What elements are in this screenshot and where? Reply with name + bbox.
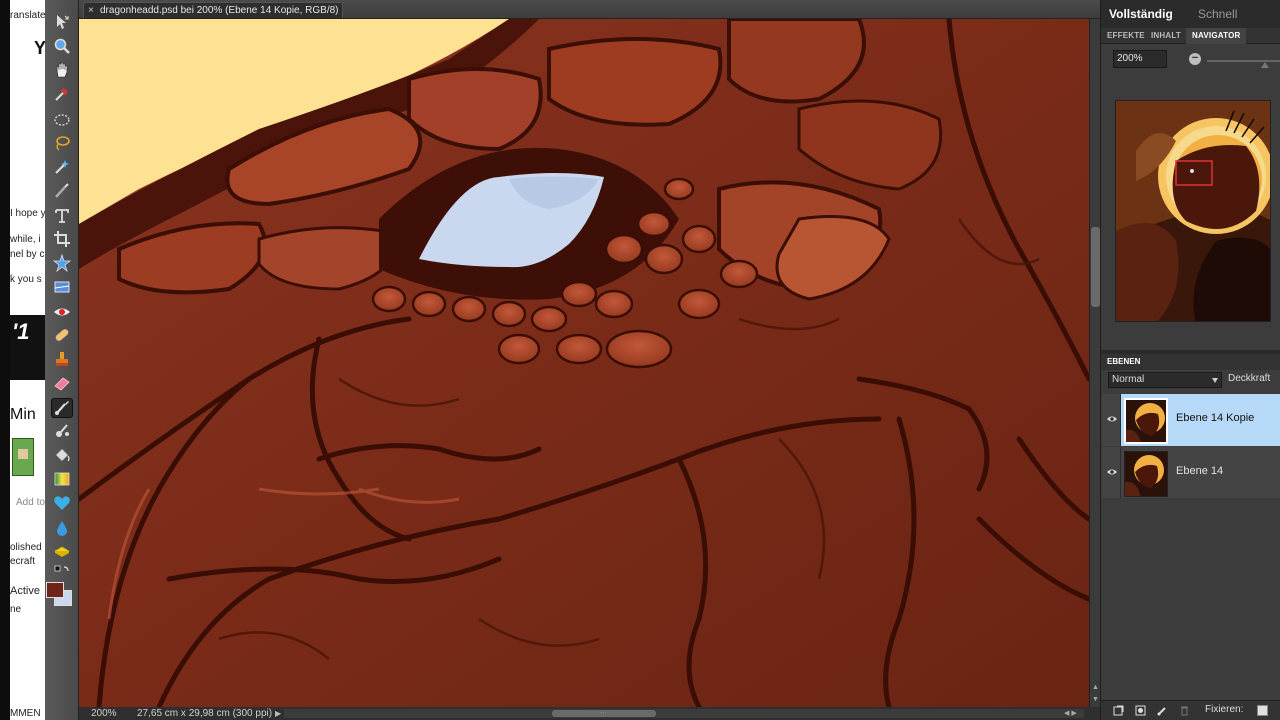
mode-tabs: Vollständig Schnell <box>1101 0 1280 28</box>
image-canvas[interactable] <box>79 19 1089 707</box>
smart-brush-tool-icon[interactable] <box>51 421 73 441</box>
selection-brush-tool-icon[interactable] <box>51 181 73 201</box>
eyedropper-tool-icon[interactable] <box>51 84 73 104</box>
visibility-toggle[interactable] <box>1102 447 1121 499</box>
navigator-zoom-field[interactable]: 200% <box>1113 50 1167 68</box>
background-text: ne <box>10 604 22 615</box>
background-text: ecraft <box>10 556 36 567</box>
straighten-tool-icon[interactable] <box>51 277 73 297</box>
adjustment-layer-icon[interactable] <box>1135 705 1146 716</box>
background-browser-window: ranslate Y I hope y while, i nel by c k … <box>0 0 45 720</box>
shape-tool-icon[interactable] <box>51 493 73 513</box>
background-avatar <box>12 438 34 476</box>
layer-name[interactable]: Ebene 14 <box>1176 465 1223 477</box>
vertical-scroll-thumb[interactable] <box>1091 227 1100 307</box>
blend-mode-value: Normal <box>1112 374 1145 385</box>
hand-tool-icon[interactable] <box>51 60 73 80</box>
status-zoom[interactable]: 200% <box>91 707 117 720</box>
mask-brush-icon[interactable] <box>1157 705 1168 716</box>
lock-transparency-checkbox[interactable] <box>1257 705 1268 716</box>
tab-effekte[interactable]: EFFEKTE <box>1107 28 1145 44</box>
marquee-tool-icon[interactable] <box>51 110 73 130</box>
background-text: nel by c <box>10 249 45 260</box>
right-panel: Vollständig Schnell EFFEKTE INHALT NAVIG… <box>1100 0 1280 720</box>
layers-list-empty-area <box>1102 498 1280 698</box>
background-text: Y <box>34 38 45 58</box>
layers-panel-header: EBENEN <box>1101 354 1280 370</box>
scroll-up-arrow-icon[interactable]: ▲ <box>1091 683 1100 692</box>
visibility-toggle[interactable] <box>1102 394 1121 446</box>
magic-wand-tool-icon[interactable] <box>51 157 73 177</box>
foreground-color-swatch[interactable] <box>46 582 64 598</box>
vertical-scrollbar[interactable]: ▲ ▼ <box>1089 19 1100 707</box>
blend-mode-select[interactable]: Normal <box>1108 372 1222 388</box>
scroll-down-arrow-icon[interactable]: ▼ <box>1091 695 1100 704</box>
trash-icon[interactable] <box>1179 705 1190 716</box>
tab-inhalt[interactable]: INHALT <box>1151 28 1181 44</box>
status-bar: 200% 27,65 cm x 29,98 cm (300 ppi) ▶ ⋯ ◀… <box>79 707 1100 720</box>
eraser-tool-icon[interactable] <box>51 373 73 393</box>
navigator-preview[interactable] <box>1115 100 1271 322</box>
document-tab-bar: × dragonheadd.psd bei 200% (Ebene 14 Kop… <box>79 0 1100 31</box>
background-text: MMEN <box>10 708 41 719</box>
crop-tool-icon[interactable] <box>51 229 73 249</box>
dragon-artwork <box>79 19 1089 707</box>
scroll-grip-icon: ⋯ <box>600 710 607 717</box>
zoom-tool-icon[interactable] <box>51 36 73 56</box>
status-doc-size: 27,65 cm x 29,98 cm (300 ppi) <box>137 708 273 719</box>
layer-row-selected[interactable]: Ebene 14 Kopie <box>1102 394 1280 446</box>
background-text: olished <box>10 542 42 553</box>
lasso-tool-icon[interactable] <box>51 133 73 153</box>
background-text: k you s <box>10 274 42 285</box>
screen: ranslate Y I hope y while, i nel by c k … <box>0 0 1280 720</box>
layer-name[interactable]: Ebene 14 Kopie <box>1176 412 1254 424</box>
move-tool-icon[interactable] <box>51 12 73 32</box>
gradient-tool-icon[interactable] <box>51 469 73 489</box>
layer-row[interactable]: Ebene 14 <box>1102 447 1280 499</box>
status-menu-arrow-icon[interactable]: ▶ <box>275 707 281 720</box>
document-tab[interactable]: × dragonheadd.psd bei 200% (Ebene 14 Kop… <box>83 2 343 31</box>
cookie-cutter-tool-icon[interactable] <box>51 253 73 273</box>
blur-tool-icon[interactable] <box>51 518 73 538</box>
chevron-down-icon <box>1212 378 1218 383</box>
layer-thumbnail <box>1124 451 1168 497</box>
background-text: while, i <box>10 234 41 245</box>
clone-stamp-tool-icon[interactable] <box>51 349 73 369</box>
background-text: Active <box>10 585 40 597</box>
background-text: Min <box>10 406 36 423</box>
background-text: ranslate <box>10 10 45 21</box>
new-layer-icon[interactable] <box>1113 705 1124 716</box>
horizontal-scrollbar[interactable]: ⋯ ◀ ▶ <box>284 709 1084 718</box>
paint-bucket-tool-icon[interactable] <box>51 445 73 465</box>
opacity-label: Deckkraft <box>1228 373 1271 384</box>
red-eye-tool-icon[interactable] <box>51 302 73 322</box>
default-colors-icon[interactable] <box>51 564 73 578</box>
tools-panel <box>45 0 79 720</box>
type-tool-icon[interactable] <box>51 206 73 226</box>
lock-label: Fixieren: <box>1205 704 1244 715</box>
background-banner-text: '1 <box>12 319 30 344</box>
background-window-edge <box>0 0 10 720</box>
layers-panel-title: EBENEN <box>1107 357 1141 366</box>
layer-thumbnail <box>1124 398 1168 444</box>
sponge-tool-icon[interactable] <box>51 541 73 561</box>
background-video-banner: '1 <box>10 315 45 380</box>
eye-icon[interactable] <box>1106 467 1118 477</box>
scroll-right-arrow-icon[interactable]: ◀ ▶ <box>1064 709 1077 718</box>
navigator-zoom-slider[interactable] <box>1207 60 1280 62</box>
eye-icon[interactable] <box>1106 414 1118 424</box>
layers-bottom-bar: Fixieren: <box>1101 700 1280 720</box>
background-text: Add to <box>16 497 45 508</box>
panel-tabs: EFFEKTE INHALT NAVIGATOR <box>1101 28 1280 44</box>
brush-tool-icon[interactable] <box>51 398 73 418</box>
slider-handle-icon[interactable] <box>1261 62 1269 68</box>
tab-navigator[interactable]: NAVIGATOR <box>1186 28 1247 44</box>
close-icon[interactable]: × <box>88 3 94 18</box>
tab-schnell[interactable]: Schnell <box>1198 7 1237 21</box>
zoom-out-icon[interactable]: − <box>1189 53 1201 65</box>
background-text: I hope y <box>10 208 45 219</box>
tab-vollstaendig[interactable]: Vollständig <box>1109 7 1173 21</box>
healing-brush-tool-icon[interactable] <box>51 325 73 345</box>
